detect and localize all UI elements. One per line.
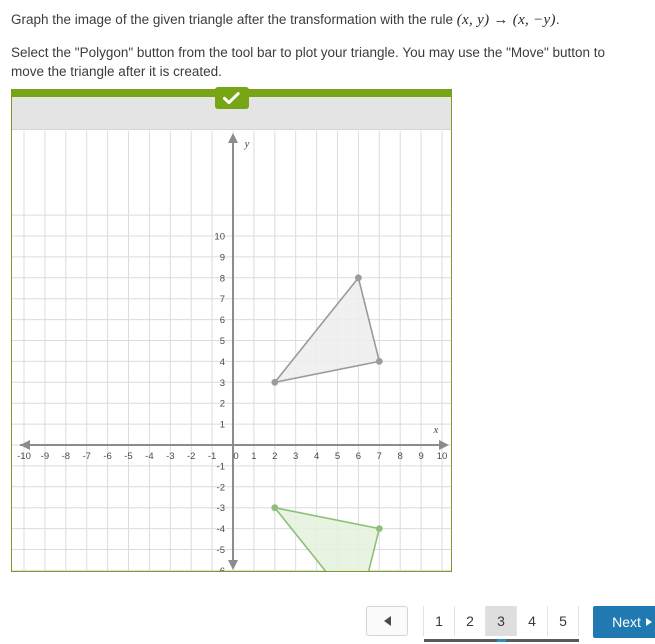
svg-text:9: 9 — [418, 451, 423, 462]
page-tab-1[interactable]: 1 — [423, 606, 455, 636]
svg-text:-4: -4 — [145, 451, 153, 462]
coordinate-plane-svg[interactable]: -10 -9 -8 -7 -6 -5 -4 -3 -2 -1 1 2 3 4 5 6 7 8 9 10 0 10 9 8 7 6 5… — [12, 131, 451, 571]
question-block: Graph the image of the given triangle af… — [11, 10, 636, 81]
svg-text:7: 7 — [220, 294, 225, 305]
svg-text:2: 2 — [220, 399, 225, 410]
svg-text:-10: -10 — [17, 451, 31, 462]
svg-text:6: 6 — [356, 451, 361, 462]
svg-text:8: 8 — [220, 273, 225, 284]
image-triangle[interactable] — [272, 506, 381, 571]
svg-text:-3: -3 — [217, 503, 225, 514]
page-number-tabs[interactable]: 12345 — [423, 606, 579, 642]
svg-text:y: y — [244, 139, 250, 150]
next-button-label: Next — [612, 614, 641, 630]
svg-text:10: 10 — [437, 451, 448, 462]
page-tab-2[interactable]: 2 — [454, 606, 486, 636]
axes — [20, 133, 449, 570]
svg-text:5: 5 — [220, 336, 225, 347]
svg-text:3: 3 — [220, 378, 225, 389]
svg-text:0: 0 — [233, 451, 238, 462]
vertex-handle[interactable] — [271, 378, 279, 386]
svg-text:6: 6 — [220, 315, 225, 326]
pagination-bar[interactable]: 12345 Next — [366, 606, 655, 642]
svg-text:-2: -2 — [217, 482, 225, 493]
svg-text:4: 4 — [220, 357, 225, 368]
question-line-1-suffix: . — [555, 12, 560, 27]
preimage-triangle[interactable] — [272, 276, 381, 384]
svg-text:10: 10 — [214, 232, 225, 243]
svg-text:8: 8 — [398, 451, 403, 462]
svg-text:-5: -5 — [124, 451, 132, 462]
chevron-right-icon — [645, 618, 652, 626]
svg-text:-3: -3 — [166, 451, 174, 462]
svg-text:1: 1 — [251, 451, 256, 462]
svg-text:-6: -6 — [103, 451, 111, 462]
check-icon — [214, 87, 249, 109]
question-line-2: Select the "Polygon" button from the too… — [11, 45, 606, 79]
svg-text:7: 7 — [377, 451, 382, 462]
active-page-indicator — [496, 639, 506, 642]
previous-page-button[interactable] — [366, 606, 408, 636]
svg-text:1: 1 — [220, 420, 225, 431]
question-line-1: Graph the image of the given triangle af… — [11, 10, 636, 30]
svg-text:4: 4 — [314, 451, 319, 462]
transformation-rule: (x, y) → (x, −y) — [456, 12, 556, 28]
svg-text:2: 2 — [272, 451, 277, 462]
coordinate-plane[interactable]: -10 -9 -8 -7 -6 -5 -4 -3 -2 -1 1 2 3 4 5 6 7 8 9 10 0 10 9 8 7 6 5… — [12, 131, 451, 571]
svg-text:x: x — [433, 425, 439, 436]
question-line-1-prefix: Graph the image of the given triangle af… — [11, 12, 453, 27]
svg-text:-1: -1 — [208, 451, 216, 462]
plotted-polygons[interactable] — [271, 274, 383, 571]
svg-text:-9: -9 — [41, 451, 49, 462]
axis-name-labels: xy — [244, 139, 439, 436]
vertex-handle[interactable] — [355, 274, 362, 282]
page-tab-4[interactable]: 4 — [516, 606, 548, 636]
svg-text:-1: -1 — [217, 461, 225, 472]
gridlines — [12, 131, 451, 571]
vertex-handle[interactable] — [375, 358, 383, 365]
svg-text:-4: -4 — [217, 524, 225, 535]
page-tab-5[interactable]: 5 — [547, 606, 579, 636]
svg-text:-2: -2 — [187, 451, 195, 462]
vertex-handle[interactable] — [271, 504, 279, 512]
next-button[interactable]: Next — [593, 606, 655, 638]
graph-widget[interactable]: -10 -9 -8 -7 -6 -5 -4 -3 -2 -1 1 2 3 4 5 6 7 8 9 10 0 10 9 8 7 6 5… — [11, 87, 452, 572]
svg-text:9: 9 — [220, 252, 225, 263]
svg-text:3: 3 — [293, 451, 298, 462]
svg-text:-8: -8 — [62, 451, 70, 462]
svg-text:-7: -7 — [82, 451, 90, 462]
svg-text:-6: -6 — [217, 566, 225, 571]
svg-text:-5: -5 — [217, 545, 225, 556]
page-tab-3[interactable]: 3 — [485, 606, 517, 636]
vertex-handle[interactable] — [375, 525, 383, 532]
svg-text:5: 5 — [335, 451, 340, 462]
chevron-left-icon — [383, 616, 391, 626]
